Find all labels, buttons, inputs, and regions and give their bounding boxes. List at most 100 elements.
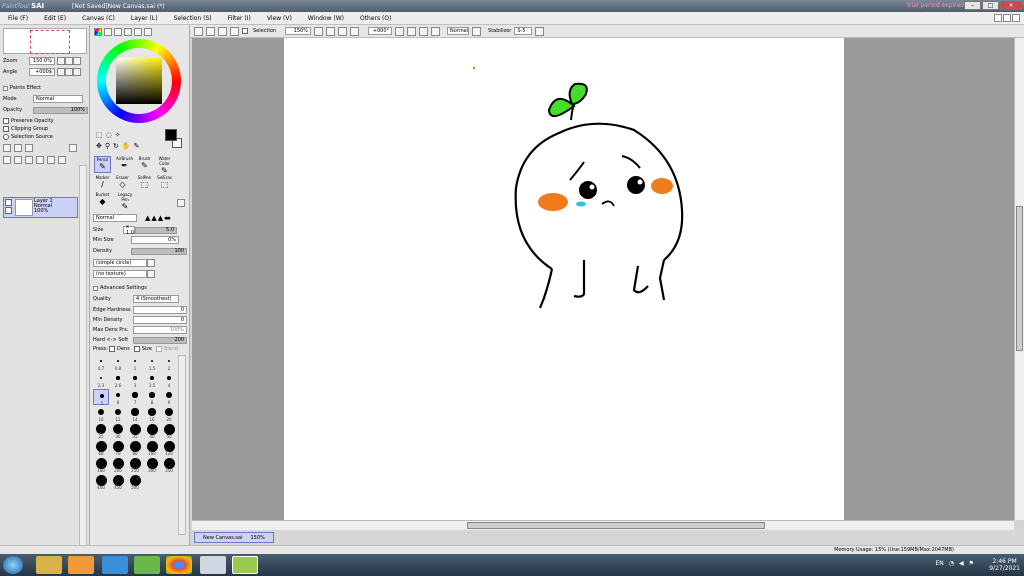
reset-button[interactable] [218, 26, 227, 36]
lasso-icon[interactable]: ◌ [106, 131, 112, 139]
brush-size-preset[interactable]: 80 [127, 440, 143, 456]
tool-panel-options-button[interactable] [177, 199, 185, 207]
start-button[interactable] [3, 556, 23, 574]
angle-field[interactable]: +000$ [29, 68, 55, 76]
app-icon[interactable] [134, 556, 160, 574]
toolbar-zoom-reset[interactable] [338, 26, 348, 36]
mdi-close-button[interactable] [1012, 14, 1020, 22]
tool-bucket[interactable]: Bucket ◆ [94, 192, 111, 209]
mdi-restore-button[interactable] [1003, 14, 1011, 22]
preserve-opacity-row[interactable]: Preserve Opacity [3, 117, 54, 125]
press-density-checkbox[interactable] [109, 346, 115, 352]
foreground-color-swatch[interactable] [165, 129, 177, 141]
brush-size-preset[interactable]: 0.7 [93, 355, 109, 371]
layer-list-scrollbar[interactable] [79, 165, 87, 563]
brush-size-preset[interactable]: 25 [93, 423, 109, 439]
delete-layer-button[interactable] [36, 156, 44, 164]
brush-size-preset[interactable]: 5 [93, 389, 109, 406]
preserve-opacity-checkbox[interactable] [3, 118, 9, 124]
file-explorer-icon[interactable] [36, 556, 62, 574]
flip-button[interactable] [73, 68, 81, 76]
rect-select-icon[interactable]: ⬚ [96, 131, 103, 139]
color-mixer-button[interactable] [124, 28, 132, 36]
brush-size-preset[interactable]: 2.3 [93, 372, 109, 388]
maximize-button[interactable]: □ [982, 1, 999, 10]
menu-others[interactable]: Others (O) [360, 15, 391, 22]
rotate-right-button[interactable] [65, 68, 73, 76]
zoom-icon[interactable]: ⚲ [105, 142, 110, 150]
zoom-reset-button[interactable] [73, 57, 81, 65]
brush-size-preset[interactable]: 500 [127, 474, 143, 490]
paints-effect-header[interactable]: Paints Effect [3, 84, 41, 92]
canvas-horizontal-scrollbar[interactable] [192, 520, 1014, 530]
rgb-slider-button[interactable] [104, 28, 112, 36]
network-icon[interactable]: ◔ [949, 560, 954, 567]
press-blend-checkbox[interactable] [155, 346, 162, 352]
navigator-viewport-frame[interactable] [30, 30, 70, 54]
brush-size-preset[interactable]: 20 [161, 406, 177, 422]
brush-size-preset[interactable]: 300 [144, 457, 160, 473]
hand-icon[interactable]: ✋ [122, 142, 131, 150]
scratchpad-button[interactable] [144, 28, 152, 36]
rotate-left-button[interactable] [57, 68, 65, 76]
stabilizer-dropdown[interactable] [535, 26, 545, 36]
toolbar-rotate-reset[interactable] [419, 26, 429, 36]
brush-size-preset[interactable]: 16 [144, 406, 160, 422]
toolbar-angle-field[interactable]: +000° [368, 27, 393, 35]
rotate-icon[interactable]: ↻ [113, 142, 119, 150]
zoom-field[interactable]: 150.0% [29, 57, 55, 65]
toolbar-rotate-right[interactable] [407, 26, 417, 36]
language-indicator[interactable]: EN [935, 560, 943, 567]
tool-pencil[interactable]: Pencil ✎ [94, 156, 111, 173]
brush-size-preset[interactable]: 2.6 [110, 372, 126, 388]
swatches-button[interactable] [134, 28, 142, 36]
volume-icon[interactable]: ◀ [959, 560, 964, 567]
density-slider[interactable]: 100 [131, 247, 187, 255]
press-size-checkbox[interactable] [133, 346, 140, 352]
selection-source-row[interactable]: Selection Source [3, 133, 53, 141]
toggle-button[interactable] [230, 26, 239, 36]
painttool-sai-taskbar-icon[interactable] [232, 556, 258, 574]
merge-down-button[interactable] [14, 156, 22, 164]
zoom-in-button[interactable] [65, 57, 73, 65]
show-selection-checkbox[interactable] [242, 28, 248, 34]
chrome-icon[interactable] [166, 556, 192, 574]
brush-texture-select[interactable]: (no texture) [93, 270, 147, 278]
eye-icon[interactable] [5, 199, 12, 206]
brush-size-preset[interactable]: 60 [93, 440, 109, 456]
magic-wand-icon[interactable]: ✧ [115, 131, 121, 139]
toolbar-zoom-fit[interactable] [350, 26, 360, 36]
brush-size-preset[interactable]: 7 [127, 389, 143, 405]
brush-shape-select[interactable]: (simple circle) [93, 259, 147, 267]
menu-file[interactable]: File (F) [8, 15, 28, 22]
edge-hardness-slider[interactable]: 0 [133, 306, 187, 314]
brush-size-preset[interactable]: 30 [110, 423, 126, 439]
tool-airbrush[interactable]: AirBrush ✒ [116, 156, 133, 173]
max-dens-prs-slider[interactable]: 100% [133, 326, 187, 334]
brush-size-preset[interactable]: 40 [144, 423, 160, 439]
brush-size-preset[interactable]: 4 [161, 372, 177, 388]
canvas-area[interactable] [192, 38, 1014, 520]
zoom-out-button[interactable] [57, 57, 65, 65]
clipping-group-checkbox[interactable] [3, 126, 9, 132]
advanced-settings-header[interactable]: Advanced Settings [93, 284, 147, 292]
menu-view[interactable]: View (V) [267, 15, 292, 22]
drawing-canvas[interactable] [284, 38, 844, 520]
color-wheel-mode-button[interactable] [94, 28, 102, 36]
tool-legacy-pen[interactable]: Legacy Pen ✎ [114, 192, 136, 211]
canvas-vertical-scrollbar[interactable] [1014, 38, 1024, 520]
tool-water-color[interactable]: Water Color ✎ [156, 156, 173, 175]
stabilizer-select[interactable]: S-5 [514, 27, 533, 35]
brush-size-preset[interactable]: 8 [144, 389, 160, 405]
brush-size-preset[interactable]: 100 [144, 440, 160, 456]
new-linework-layer-button[interactable] [14, 144, 22, 152]
min-density-slider[interactable]: 0 [133, 316, 187, 324]
selection-source-radio[interactable] [3, 134, 9, 140]
brush-size-preset[interactable]: 450 [110, 474, 126, 490]
toolbar-rotate-left[interactable] [395, 26, 405, 36]
brush-size-preset[interactable]: 2 [161, 355, 177, 371]
canvas-tab[interactable]: New Canvas.sai 150% [194, 532, 274, 543]
clock[interactable]: 2:46 PM 9/27/2021 [989, 558, 1020, 572]
tool-brush[interactable]: Brush ✎ [136, 156, 153, 173]
color-wheel[interactable] [97, 39, 181, 123]
